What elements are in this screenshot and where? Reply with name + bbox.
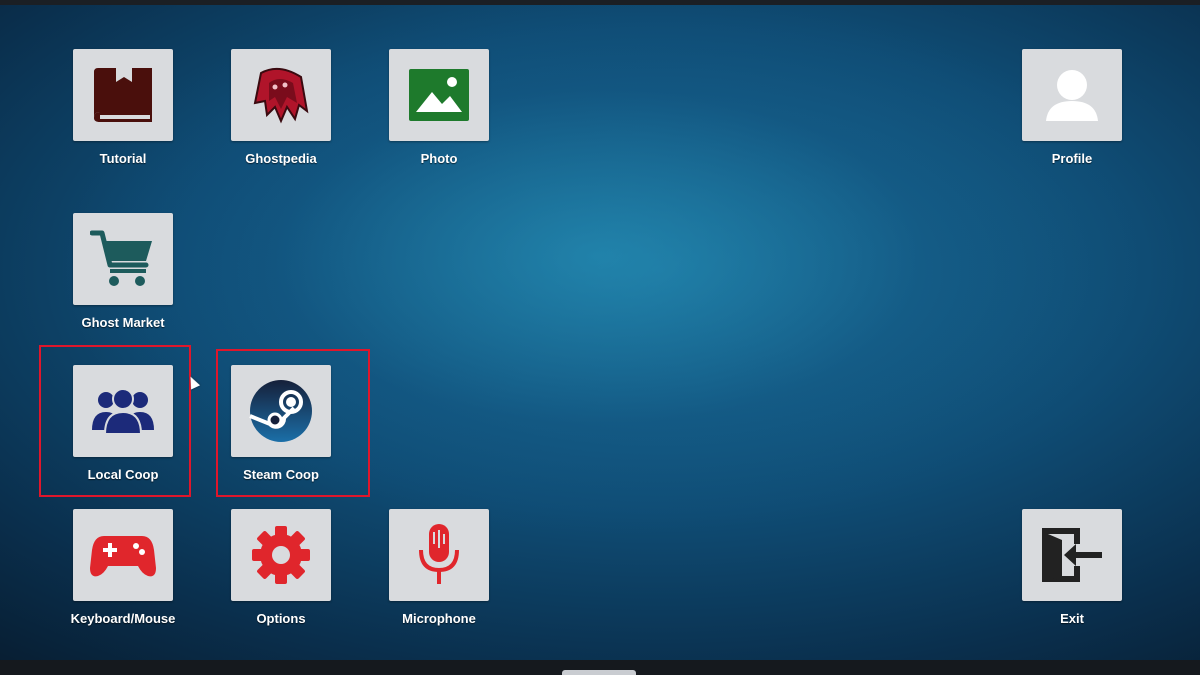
options-tile[interactable] [231, 509, 331, 601]
microphone-app[interactable]: Microphone [368, 509, 508, 645]
people-group-icon [92, 388, 154, 435]
user-icon [1046, 70, 1098, 121]
options-label: Options [256, 611, 306, 626]
ghostpedia-app[interactable]: Ghostpedia [210, 49, 350, 185]
ghostpedia-tile[interactable] [231, 49, 331, 141]
book-icon [94, 68, 152, 122]
ghost-market-tile[interactable] [73, 213, 173, 305]
photo-tile[interactable] [389, 49, 489, 141]
bottom-tab-handle[interactable] [562, 670, 636, 675]
profile-label: Profile [1051, 151, 1093, 166]
steam-coop-label: Steam Coop [243, 467, 319, 482]
exit-app[interactable]: Exit [1001, 509, 1141, 645]
ghost-market-label: Ghost Market [81, 315, 165, 330]
profile-tile[interactable] [1022, 49, 1122, 141]
keyboard-mouse-app[interactable]: Keyboard/Mouse [52, 509, 192, 645]
game-desktop: Tutorial Ghostpedia Photo Profile Ghost … [0, 0, 1200, 675]
steam-coop-app[interactable]: Steam Coop [210, 365, 350, 501]
gamepad-icon [90, 536, 156, 577]
local-coop-label: Local Coop [87, 467, 159, 482]
ghostpedia-label: Ghostpedia [245, 151, 317, 166]
local-coop-app[interactable]: Local Coop [52, 365, 192, 501]
tutorial-app[interactable]: Tutorial [52, 49, 192, 185]
exit-label: Exit [1060, 611, 1084, 626]
options-app[interactable]: Options [210, 509, 350, 645]
shopping-cart-icon [90, 230, 152, 286]
photo-icon [409, 69, 469, 121]
photo-app[interactable]: Photo [368, 49, 508, 185]
microphone-tile[interactable] [389, 509, 489, 601]
photo-label: Photo [420, 151, 458, 166]
profile-app[interactable]: Profile [1001, 49, 1141, 185]
exit-tile[interactable] [1022, 509, 1122, 601]
microphone-label: Microphone [402, 611, 476, 626]
ghost-market-app[interactable]: Ghost Market [52, 213, 192, 349]
exit-icon [1042, 528, 1102, 582]
steam-coop-tile[interactable] [231, 365, 331, 457]
gear-icon [252, 526, 310, 584]
local-coop-tile[interactable] [73, 365, 173, 457]
top-bar [0, 0, 1200, 5]
keyboard-mouse-tile[interactable] [73, 509, 173, 601]
tutorial-label: Tutorial [99, 151, 147, 166]
steam-icon [249, 380, 312, 442]
ghost-icon [253, 67, 309, 124]
microphone-icon [419, 524, 459, 584]
tutorial-tile[interactable] [73, 49, 173, 141]
keyboard-mouse-label: Keyboard/Mouse [70, 611, 176, 626]
